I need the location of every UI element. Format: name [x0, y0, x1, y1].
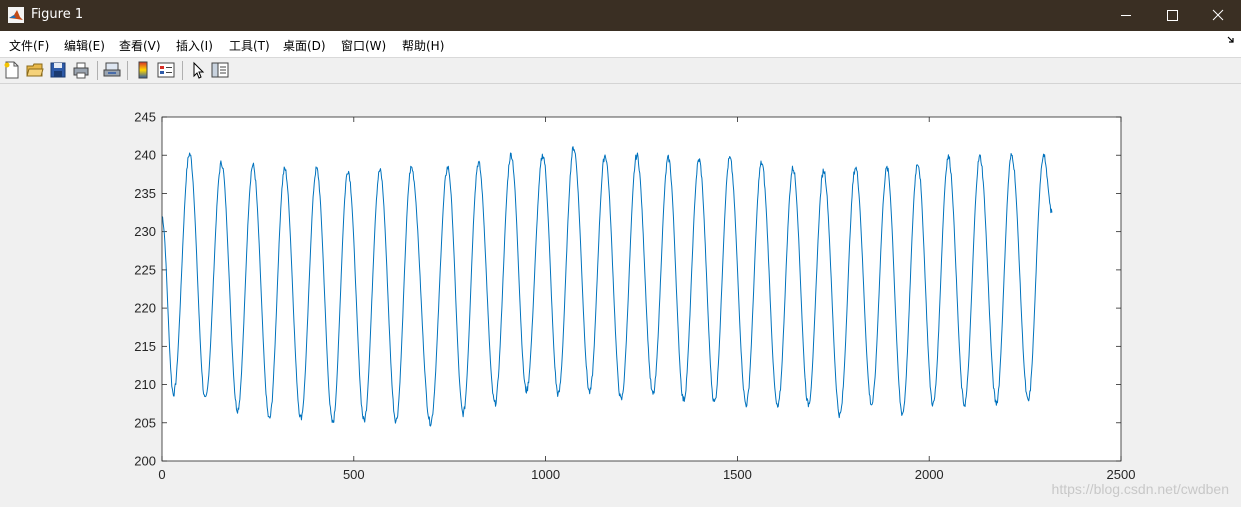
insert-legend-icon[interactable]	[157, 61, 175, 79]
insert-colorbar-icon[interactable]	[134, 61, 152, 79]
matlab-logo-icon	[8, 7, 24, 23]
maximize-icon	[1167, 10, 1178, 21]
menu-help[interactable]: 帮助(H)	[402, 37, 444, 54]
y-tick-label: 240	[134, 148, 156, 163]
window-title: Figure 1	[31, 7, 84, 22]
toolbar-separator	[127, 61, 128, 80]
y-tick-label: 225	[134, 262, 156, 277]
menu-insert[interactable]: 插入(I)	[176, 37, 213, 54]
watermark-text: https://blog.csdn.net/cwdben	[1052, 481, 1229, 497]
open-file-icon[interactable]	[26, 61, 44, 79]
y-tick-label: 200	[134, 454, 156, 469]
x-tick-label: 500	[343, 467, 365, 482]
close-button[interactable]	[1195, 0, 1241, 31]
print-icon[interactable]	[72, 61, 90, 79]
save-icon[interactable]	[49, 61, 67, 79]
line-chart[interactable]: 200 205 210 215 220 225 230 235 240 245 0 500 1000 15…	[0, 84, 1241, 507]
edit-plot-icon[interactable]	[189, 61, 207, 79]
y-tick-label: 210	[134, 377, 156, 392]
minimize-icon	[1121, 15, 1131, 16]
menu-view[interactable]: 查看(V)	[119, 37, 161, 54]
maximize-button[interactable]	[1149, 0, 1195, 31]
minimize-button[interactable]	[1103, 0, 1149, 31]
figure-canvas: 200 205 210 215 220 225 230 235 240 245 0 500 1000 15…	[0, 84, 1241, 507]
figure-toolbar	[0, 58, 1241, 84]
menu-bar: 文件(F) 编辑(E) 查看(V) 插入(I) 工具(T) 桌面(D) 窗口(W…	[0, 31, 1241, 58]
y-tick-label: 245	[134, 110, 156, 125]
x-tick-label: 0	[158, 467, 165, 482]
x-tick-label: 2500	[1107, 467, 1136, 482]
x-tick-label: 1000	[531, 467, 560, 482]
menu-window[interactable]: 窗口(W)	[341, 37, 386, 54]
y-tick-label: 205	[134, 415, 156, 430]
window-titlebar: Figure 1	[0, 0, 1241, 31]
y-tick-label: 215	[134, 339, 156, 354]
property-inspector-icon[interactable]	[211, 61, 229, 79]
menu-edit[interactable]: 编辑(E)	[64, 37, 105, 54]
toolbar-separator	[97, 61, 98, 80]
menu-desktop[interactable]: 桌面(D)	[283, 37, 326, 54]
close-icon	[1212, 9, 1224, 21]
y-tick-label: 230	[134, 224, 156, 239]
toolbar-separator	[182, 61, 183, 80]
x-tick-label: 2000	[915, 467, 944, 482]
menu-tools[interactable]: 工具(T)	[229, 37, 270, 54]
new-figure-icon[interactable]	[3, 61, 21, 79]
x-tick-label: 1500	[723, 467, 752, 482]
plot-area	[162, 117, 1121, 461]
y-tick-label: 235	[134, 186, 156, 201]
link-plot-icon[interactable]	[103, 61, 121, 79]
dock-arrow-icon[interactable]	[1227, 36, 1235, 46]
menu-file[interactable]: 文件(F)	[9, 37, 49, 54]
y-tick-label: 220	[134, 301, 156, 316]
